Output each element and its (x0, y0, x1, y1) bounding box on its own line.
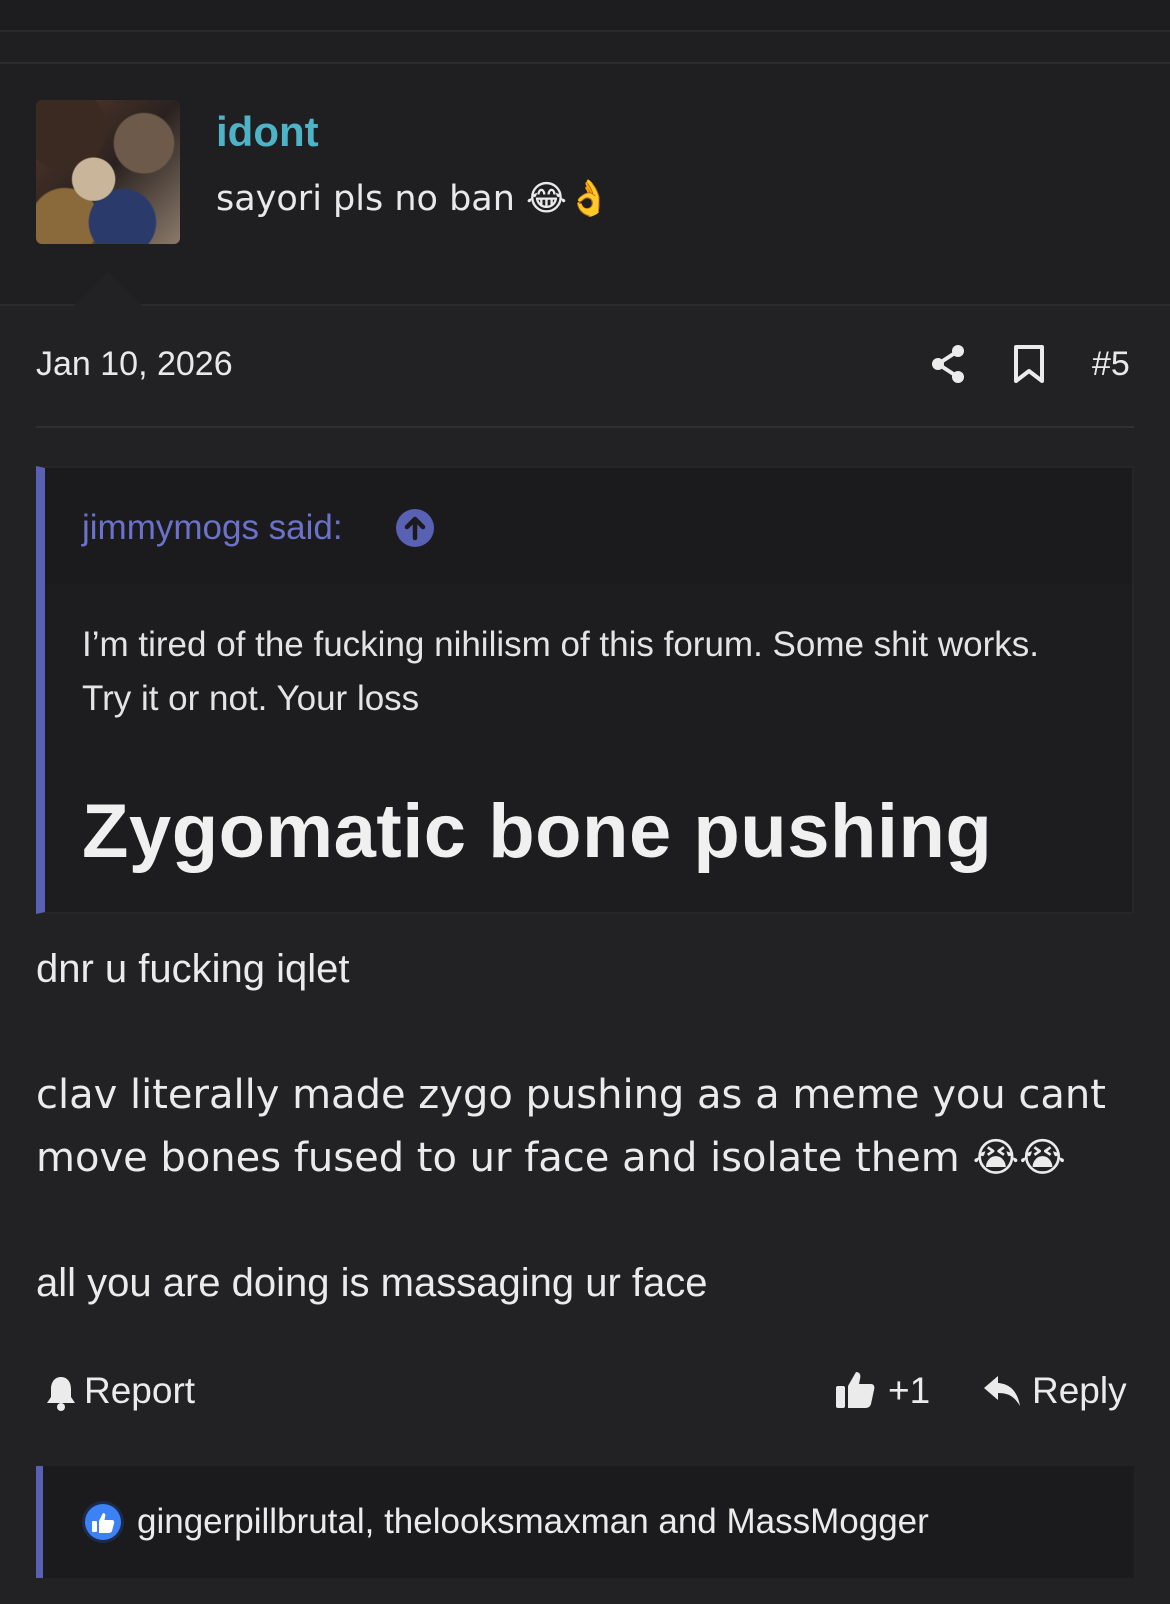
post-date[interactable]: Jan 10, 2026 (36, 345, 233, 384)
share-icon[interactable] (930, 344, 966, 384)
thread-header-bar (0, 32, 1170, 64)
reply-icon[interactable] (982, 1374, 1022, 1408)
post-number[interactable]: #5 (1092, 345, 1130, 384)
post-author-title: sayori pls no ban 😂👌 (216, 179, 611, 219)
post-divider (36, 426, 1134, 428)
bell-icon[interactable] (45, 1375, 77, 1411)
quote-block: jimmymogs said: I’m tired of the fucking… (36, 466, 1134, 914)
reactions-bar[interactable]: gingerpillbrutal, thelooksmaxman and Mas… (36, 1466, 1134, 1578)
arrow-up-circle-icon[interactable] (395, 508, 435, 548)
quote-author[interactable]: jimmymogs said: (82, 508, 343, 548)
quote-heading: Zygomatic bone pushing (82, 789, 993, 874)
reply-button[interactable]: Reply (1032, 1370, 1127, 1412)
post-body-paragraph: all you are doing is massaging ur face (36, 1261, 708, 1305)
top-bar (0, 0, 1170, 32)
report-button[interactable]: Report (84, 1370, 195, 1412)
quote-text: I’m tired of the fucking nihilism of thi… (82, 625, 1039, 718)
bookmark-icon[interactable] (1012, 344, 1046, 384)
like-count[interactable]: +1 (888, 1370, 930, 1412)
post-author-username[interactable]: idont (216, 108, 319, 156)
like-reaction-icon (82, 1501, 124, 1543)
post-body-paragraph: clav literally made zygo pushing as a me… (36, 1072, 1106, 1181)
reaction-users[interactable]: gingerpillbrutal, thelooksmaxman and Mas… (137, 1502, 929, 1542)
post-body-paragraph: dnr u fucking iqlet (36, 947, 350, 991)
thumbs-up-icon[interactable] (834, 1368, 876, 1410)
user-block-pointer (74, 272, 142, 306)
avatar[interactable] (36, 100, 180, 244)
